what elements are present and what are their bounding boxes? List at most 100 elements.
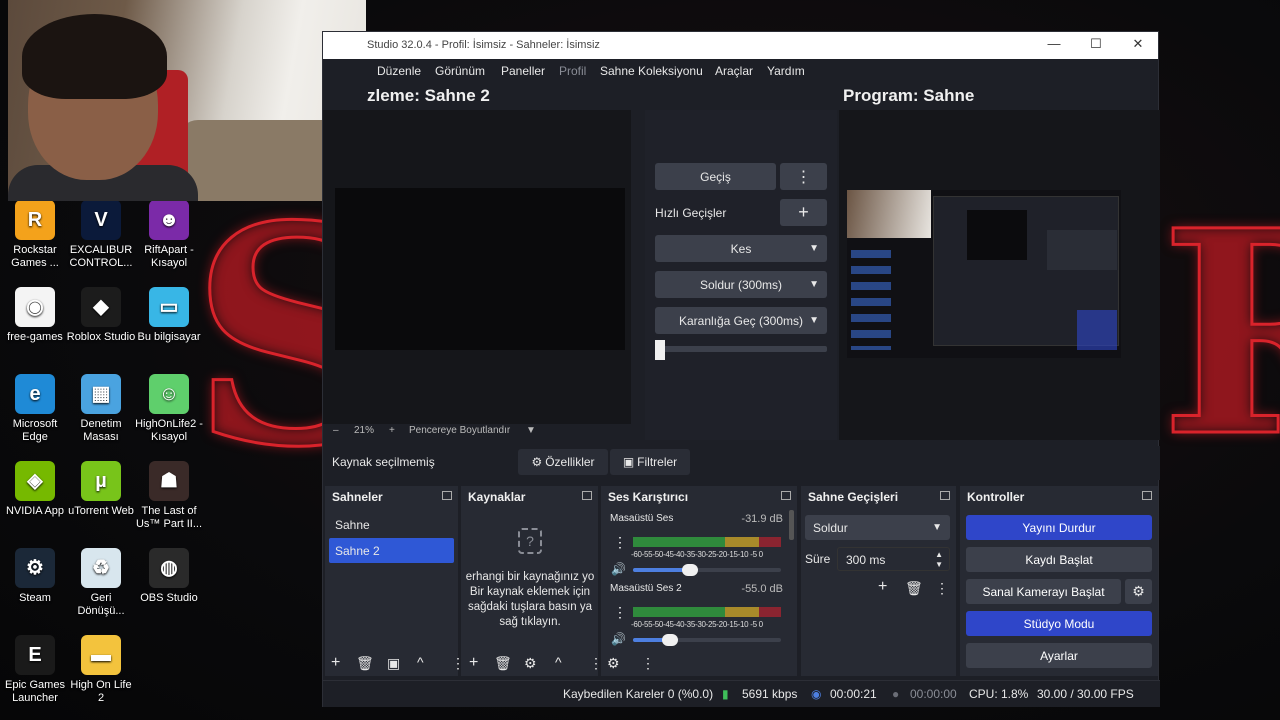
menu-edit[interactable]: Düzenle [377, 64, 421, 78]
more-icon[interactable]: ⋮ [613, 604, 627, 621]
transition-slider-handle[interactable] [655, 340, 665, 360]
desktop-icon[interactable]: ☺ HighOnLife2 - Kısayol [134, 374, 204, 444]
transition-slider[interactable] [655, 346, 827, 352]
desktop-icon[interactable]: V EXCALIBUR CONTROL... [66, 200, 136, 270]
scenes-toolbar: + 🗑 ▣ ^ ⋮ [325, 652, 465, 676]
filter-icon[interactable]: ▣ [387, 655, 400, 672]
filters-button[interactable]: ▣ Filtreler [610, 449, 690, 475]
speaker-icon[interactable]: 🔊 [611, 632, 626, 646]
undock-icon[interactable] [940, 491, 950, 500]
minimize-button[interactable]: — [1034, 36, 1074, 51]
menu-docks[interactable]: Paneller [501, 64, 545, 78]
record-icon: ● [892, 687, 900, 701]
trash-icon[interactable]: 🗑 [356, 655, 374, 672]
start-recording-button[interactable]: Kaydı Başlat [966, 547, 1152, 572]
desktop-icon[interactable]: ▭ Bu bilgisayar [134, 287, 204, 344]
studio-mode-button[interactable]: Stüdyo Modu [966, 611, 1152, 636]
scene-item[interactable]: Sahne [329, 512, 454, 537]
audio-settings-icon[interactable]: ⚙ [607, 655, 620, 672]
volume-slider[interactable] [633, 634, 781, 646]
audio-channel: Masaüstü Ses -31.9 dB ⋮ -60-55-50-45-40-35-… [601, 510, 787, 576]
desktop-icon-label: OBS Studio [140, 592, 198, 604]
desktop-icon[interactable]: ◈ NVIDIA App [0, 461, 70, 518]
app-icon: ◆ [81, 287, 121, 327]
speaker-icon[interactable]: 🔊 [611, 562, 626, 576]
undock-icon[interactable] [442, 491, 452, 500]
channel-name: Masaüstü Ses [610, 513, 674, 524]
add-source-icon[interactable]: + [469, 654, 478, 672]
preview-area[interactable] [323, 110, 631, 424]
desktop-icon-label: EXCALIBUR CONTROL... [69, 244, 133, 269]
undock-icon[interactable] [781, 491, 791, 500]
zoom-out-button[interactable]: – [333, 425, 339, 436]
desktop-icon[interactable]: e Microsoft Edge [0, 374, 70, 444]
app-icon: ▦ [81, 374, 121, 414]
trash-icon[interactable]: 🗑 [494, 655, 512, 672]
undock-icon[interactable] [582, 491, 592, 500]
gear-icon[interactable]: ⚙ [524, 655, 537, 672]
volume-handle[interactable] [661, 634, 678, 646]
virtual-camera-settings-button[interactable]: ⚙ [1125, 579, 1152, 604]
desktop-icon[interactable]: R Rockstar Games ... [0, 200, 70, 270]
sources-empty-text: erhangi bir kaynağınız yo Bir kaynak ekl… [465, 571, 595, 628]
desktop-icon[interactable]: ⚙ Steam [0, 548, 70, 605]
desktop-icon[interactable]: ◆ Roblox Studio [66, 287, 136, 344]
desktop-icon-label: Steam [19, 592, 51, 604]
menu-view[interactable]: Görünüm [435, 64, 485, 78]
desktop-icon-label: Geri Dönüşü... [77, 592, 125, 617]
trash-icon[interactable]: 🗑 [905, 580, 923, 597]
menu-help[interactable]: Yardım [767, 64, 805, 78]
start-virtual-camera-button[interactable]: Sanal Kamerayı Başlat [966, 579, 1121, 604]
desktop-icon[interactable]: ♻ Geri Dönüşü... [66, 548, 136, 618]
maximize-button[interactable]: ☐ [1076, 36, 1116, 52]
close-button[interactable]: ✕ [1118, 36, 1158, 52]
more-icon[interactable]: ⋮ [641, 655, 655, 672]
scene-item[interactable]: Sahne 2 [329, 538, 454, 563]
app-icon: ☗ [149, 461, 189, 501]
stop-stream-button[interactable]: Yayını Durdur [966, 515, 1152, 540]
desktop-icon-label: Bu bilgisayar [137, 331, 201, 343]
quick-transition-item[interactable]: Kes ▼ [655, 235, 827, 262]
add-quick-transition-button[interactable]: + [780, 199, 827, 226]
desktop-icon[interactable]: E Epic Games Launcher [0, 635, 70, 705]
chevron-up-icon[interactable]: ^ [555, 654, 562, 670]
menu-scene-collection[interactable]: Sahne Koleksiyonu [600, 64, 703, 78]
desktop-icon[interactable]: ◍ OBS Studio [134, 548, 204, 605]
zoom-in-button[interactable]: + [389, 425, 395, 436]
add-transition-icon[interactable]: + [878, 578, 887, 596]
properties-button[interactable]: ⚙ Özellikler [518, 449, 608, 475]
chevron-down-icon: ▼ [932, 521, 942, 533]
menu-tools[interactable]: Araçlar [715, 64, 753, 78]
spin-up-icon[interactable]: ▲ [935, 550, 943, 559]
spin-down-icon[interactable]: ▼ [935, 560, 943, 569]
desktop-icon[interactable]: µ uTorrent Web [66, 461, 136, 518]
volume-handle[interactable] [681, 564, 698, 576]
menu-profile[interactable]: Profil [559, 64, 586, 78]
undock-icon[interactable] [1142, 491, 1152, 500]
volume-slider[interactable] [633, 564, 781, 576]
chevron-up-icon[interactable]: ^ [417, 654, 424, 670]
mixer-scrollbar[interactable] [789, 510, 794, 540]
program-title: Program: Sahne [843, 86, 975, 105]
desktop-icon[interactable]: ▬ High On Life 2 [66, 635, 136, 705]
more-icon[interactable]: ⋮ [935, 580, 949, 597]
transition-menu-button[interactable]: ⋮ [780, 163, 827, 190]
add-scene-icon[interactable]: + [331, 654, 340, 672]
settings-button[interactable]: Ayarlar [966, 643, 1152, 668]
fit-to-window-dropdown[interactable]: Pencereye Boyutlandır [409, 425, 510, 436]
desktop-icon[interactable]: ☗ The Last of Us™ Part II... [134, 461, 204, 531]
duration-input[interactable]: 300 ms ▲ ▼ [837, 547, 950, 571]
desktop-icon-label: Rockstar Games ... [11, 244, 59, 269]
desktop-icon[interactable]: ▦ Denetim Masası [66, 374, 136, 444]
app-icon: R [15, 200, 55, 240]
quick-transition-item[interactable]: Karanlığa Geç (300ms) ▼ [655, 307, 827, 334]
desktop-icon[interactable]: ◉ free-games [0, 287, 70, 344]
desktop-icon[interactable]: ☻ RiftApart - Kısayol [134, 200, 204, 270]
quick-transition-item[interactable]: Soldur (300ms) ▼ [655, 271, 827, 298]
properties-label: Özellikler [545, 455, 595, 469]
more-icon[interactable]: ⋮ [613, 534, 627, 551]
preview-title: zleme: Sahne 2 [367, 86, 490, 105]
transition-select[interactable]: Soldur ▼ [805, 515, 950, 540]
transition-button[interactable]: Geçiş [655, 163, 776, 190]
app-icon: ☺ [149, 374, 189, 414]
